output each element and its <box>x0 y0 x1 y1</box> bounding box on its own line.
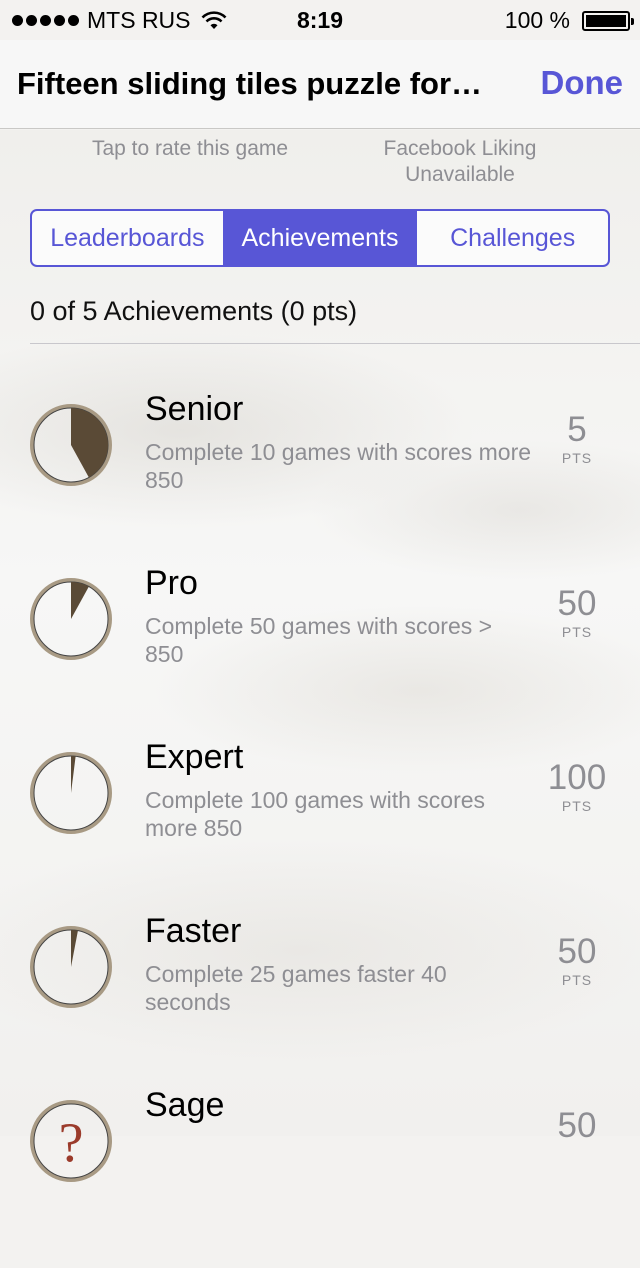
facebook-like-line1: Facebook Liking <box>383 137 537 160</box>
points-value: 50 <box>557 1106 597 1145</box>
achievement-progress-icon <box>30 752 112 834</box>
achievement-title: Pro <box>145 564 198 602</box>
rate-game-link[interactable]: Tap to rate this game <box>80 136 300 162</box>
achievement-points: 50 PTS <box>532 932 622 988</box>
progress-wedge <box>71 756 76 793</box>
points-value: 5 <box>567 410 587 449</box>
achievement-progress-icon <box>30 404 112 486</box>
facebook-like-status: Facebook Liking Unavailable <box>350 136 570 188</box>
achievement-progress-icon <box>30 926 112 1008</box>
achievement-row[interactable]: Pro Complete 50 games with scores > 850 … <box>0 564 640 746</box>
question-mark-glyph: ? <box>59 1112 84 1174</box>
achievement-row[interactable]: ? Sage 50 <box>0 1086 640 1268</box>
points-value: 50 <box>557 932 597 971</box>
achievement-title: Senior <box>145 390 244 428</box>
achievement-points: 100 PTS <box>532 758 622 814</box>
points-value: 100 <box>547 758 607 797</box>
achievement-description: Complete 50 games with scores > 850 <box>145 613 493 667</box>
nav-title: Fifteen sliding tiles puzzle for… <box>17 66 483 101</box>
done-button[interactable]: Done <box>541 64 624 102</box>
points-label: PTS <box>561 624 593 640</box>
status-bar: MTS RUS 8:19 100 % <box>0 0 640 40</box>
rating-row: Tap to rate this game Facebook Liking Un… <box>0 136 640 192</box>
achievement-title: Faster <box>145 912 242 950</box>
achievement-progress-icon <box>30 578 112 660</box>
status-right: 100 % <box>504 7 634 34</box>
progress-wedge <box>71 582 89 619</box>
achievement-description: Complete 25 games faster 40 seconds <box>145 961 447 1015</box>
achievement-description: Complete 100 games with scores more 850 <box>145 787 486 841</box>
achievement-description: Complete 10 games with scores more 850 <box>145 439 532 493</box>
divider <box>30 343 640 344</box>
achievement-points: 5 PTS <box>532 410 622 466</box>
achievement-row[interactable]: Faster Complete 25 games faster 40 secon… <box>0 912 640 1094</box>
points-label: PTS <box>561 450 593 466</box>
battery-percent: 100 % <box>504 7 570 33</box>
achievement-question-icon: ? <box>30 1100 112 1182</box>
points-label: PTS <box>561 972 593 988</box>
achievement-row[interactable]: Senior Complete 10 games with scores mor… <box>0 390 640 572</box>
achievements-summary: 0 of 5 Achievements (0 pts) <box>30 296 358 326</box>
points-value: 50 <box>557 584 597 623</box>
tab-challenges[interactable]: Challenges <box>415 211 608 265</box>
tab-leaderboards[interactable]: Leaderboards <box>32 211 223 265</box>
progress-wedge <box>71 930 78 967</box>
points-label: PTS <box>561 798 593 814</box>
navigation-bar: Fifteen sliding tiles puzzle for… Done <box>0 40 640 129</box>
facebook-like-line2: Unavailable <box>405 163 515 186</box>
segmented-control: Leaderboards Achievements Challenges <box>30 209 610 267</box>
battery-icon <box>582 10 634 31</box>
achievement-points: 50 PTS <box>532 584 622 640</box>
achievement-points: 50 <box>532 1106 622 1146</box>
achievement-row[interactable]: Expert Complete 100 games with scores mo… <box>0 738 640 920</box>
achievement-title: Sage <box>145 1086 225 1124</box>
tab-achievements[interactable]: Achievements <box>222 211 416 265</box>
achievement-title: Expert <box>145 738 244 776</box>
